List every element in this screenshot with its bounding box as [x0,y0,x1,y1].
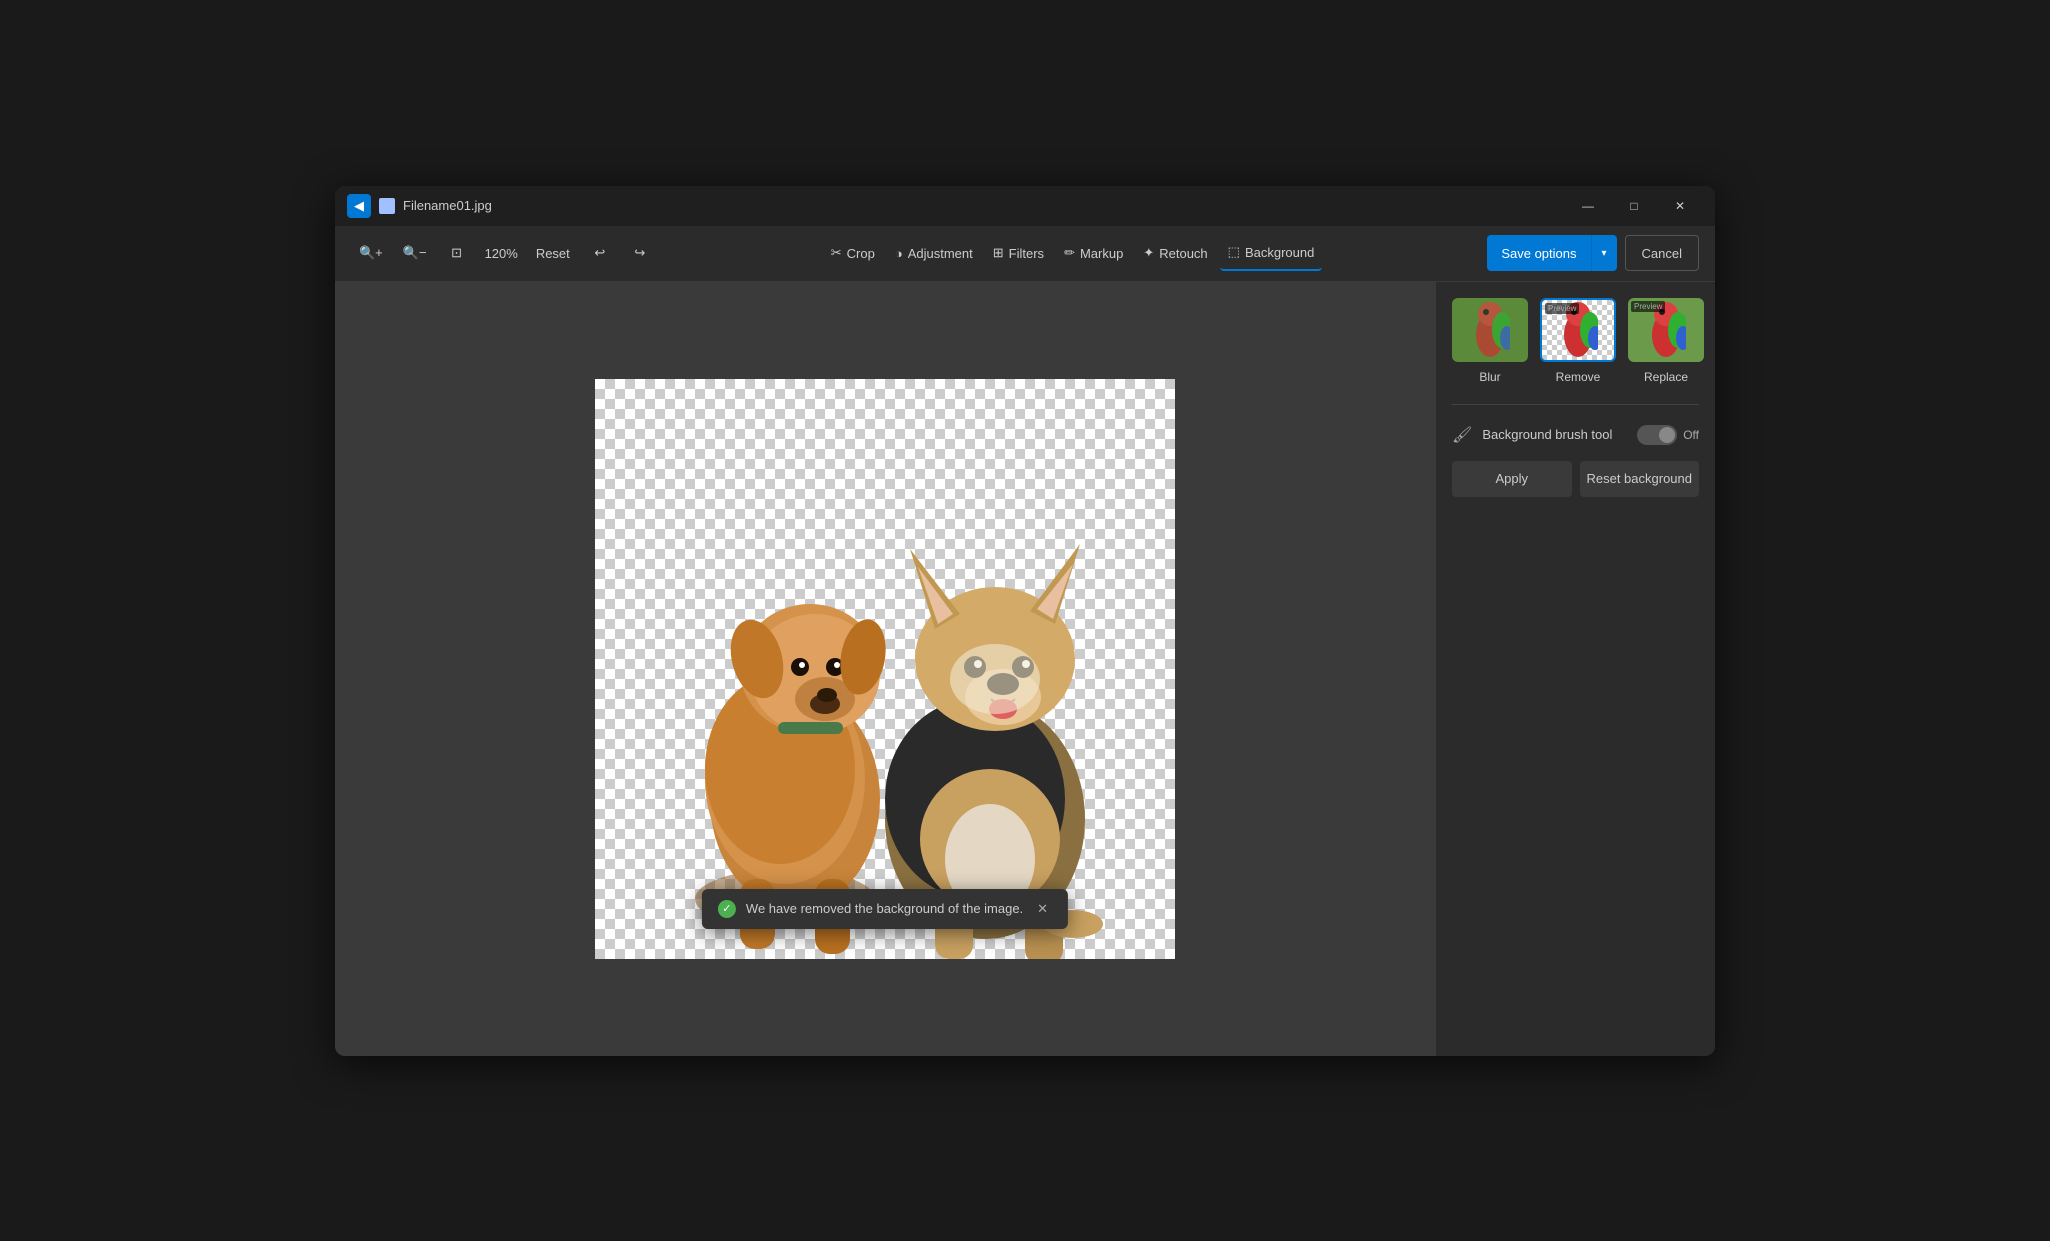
sidebar: Blur Preview [1435,282,1715,1056]
tab-markup[interactable]: ✏ Markup [1056,235,1131,271]
crop-icon: ✂ [831,245,842,261]
app-icon [379,198,395,214]
reset-button[interactable]: Reset [528,235,578,271]
reset-background-button[interactable]: Reset background [1580,461,1700,497]
parrot-replace-preview: Preview [1628,298,1704,362]
undo-button[interactable]: ↩ [582,235,618,271]
dogs-image [595,379,1175,959]
apply-button[interactable]: Apply [1452,461,1572,497]
brush-tool-toggle[interactable] [1637,425,1677,445]
zoom-level: 120% [479,246,524,261]
bg-option-remove[interactable]: Preview Remove [1540,298,1616,384]
image-container: ✓ We have removed the background of the … [595,379,1175,959]
action-buttons: Apply Reset background [1452,461,1699,497]
toggle-off-label: Off [1683,428,1699,442]
fit-button[interactable]: ⊡ [439,235,475,271]
tab-crop[interactable]: ✂ Crop [823,235,883,271]
title-bar: ◀ Filename01.jpg — □ ✕ [335,186,1715,226]
zoom-out-icon: 🔍− [403,245,427,261]
markup-icon: ✏ [1064,245,1075,261]
tab-background[interactable]: ⬚ Background [1220,235,1323,271]
retouch-icon: ✦ [1143,245,1154,261]
bg-remove-label: Remove [1556,370,1601,384]
undo-icon: ↩ [594,245,605,261]
save-options-arrow[interactable]: ▾ [1592,235,1617,271]
background-icon: ⬚ [1228,244,1240,260]
main-window: ◀ Filename01.jpg — □ ✕ 🔍+ 🔍− ⊡ 120% Rese… [335,186,1715,1056]
bg-replace-label: Replace [1644,370,1688,384]
parrot-svg-blur [1470,300,1510,360]
zoom-in-icon: 🔍+ [359,245,383,261]
filters-icon: ⊞ [993,245,1004,261]
success-icon: ✓ [718,900,736,918]
canvas-area: ✓ We have removed the background of the … [335,282,1435,1056]
notification-text: We have removed the background of the im… [746,901,1023,916]
minimize-button[interactable]: — [1565,190,1611,222]
toolbar: 🔍+ 🔍− ⊡ 120% Reset ↩ ↪ ✂ Crop [335,226,1715,282]
tab-adjustment[interactable]: ◑ Adjustment [887,235,981,271]
cancel-button[interactable]: Cancel [1625,235,1699,271]
toolbar-center: ✂ Crop ◑ Adjustment ⊞ Filters ✏ Markup ✦… [662,235,1484,271]
brush-tool-row: 🖌 Background brush tool Off [1452,425,1699,445]
parrot-remove-preview: Preview [1542,300,1614,360]
fit-icon: ⊡ [451,245,462,261]
redo-icon: ↪ [634,245,645,261]
window-controls: — □ ✕ [1565,190,1703,222]
bg-remove-thumb: Preview [1540,298,1616,362]
bg-blur-thumb [1452,298,1528,362]
notification-bar: ✓ We have removed the background of the … [702,889,1068,929]
bg-blur-label: Blur [1479,370,1500,384]
tab-filters[interactable]: ⊞ Filters [985,235,1052,271]
window-title: Filename01.jpg [403,198,492,213]
toolbar-left: 🔍+ 🔍− ⊡ 120% Reset ↩ ↪ [351,235,658,271]
toggle-thumb [1659,427,1675,443]
toggle-container: Off [1637,425,1699,445]
zoom-in-button[interactable]: 🔍+ [351,235,391,271]
maximize-button[interactable]: □ [1611,190,1657,222]
sidebar-divider [1452,404,1699,405]
save-options-label[interactable]: Save options [1487,235,1591,271]
notification-close-button[interactable]: ✕ [1033,899,1052,919]
back-button[interactable]: ◀ [347,194,371,218]
brush-icon: 🖌 [1452,425,1472,445]
parrot-blur-preview [1452,298,1528,362]
brush-tool-label: Background brush tool [1482,427,1627,442]
toolbar-right: Save options ▾ Cancel [1487,235,1699,271]
adjustment-icon: ◑ [895,246,903,261]
close-button[interactable]: ✕ [1657,190,1703,222]
bg-option-replace[interactable]: Preview Replace [1628,298,1704,384]
main-content: ✓ We have removed the background of the … [335,282,1715,1056]
bg-options: Blur Preview [1452,298,1699,384]
title-bar-left: ◀ Filename01.jpg [347,194,492,218]
tab-retouch[interactable]: ✦ Retouch [1135,235,1215,271]
dogs-svg [595,419,1175,959]
zoom-out-button[interactable]: 🔍− [395,235,435,271]
redo-button[interactable]: ↪ [622,235,658,271]
save-options-button[interactable]: Save options ▾ [1487,235,1616,271]
bg-option-blur[interactable]: Blur [1452,298,1528,384]
bg-replace-thumb: Preview [1628,298,1704,362]
